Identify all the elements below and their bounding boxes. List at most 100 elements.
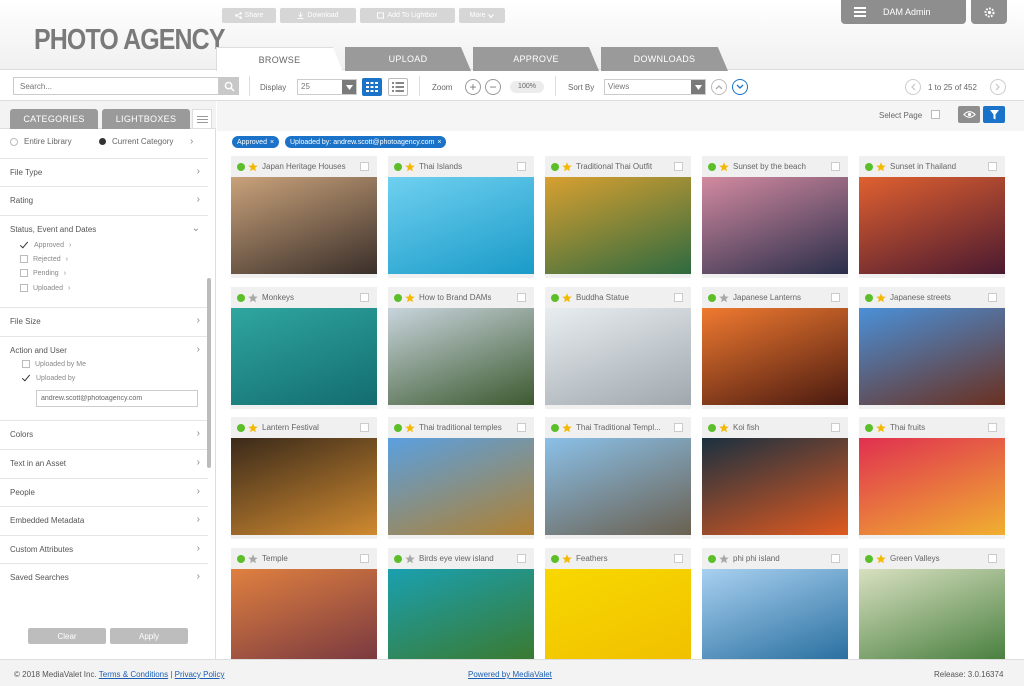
asset-select-checkbox[interactable] [988, 554, 997, 563]
filter-people[interactable]: People › [0, 479, 208, 507]
filter-embedded-metadata[interactable]: Embedded Metadata › [0, 507, 208, 536]
admin-menu-button[interactable]: DAM Admin [841, 0, 966, 24]
asset-select-checkbox[interactable] [988, 293, 997, 302]
asset-title[interactable]: Buddha Statue [576, 293, 629, 302]
asset-select-checkbox[interactable] [517, 293, 526, 302]
asset-card[interactable]: Thai fruits [859, 417, 1005, 539]
asset-thumbnail[interactable] [545, 308, 691, 405]
asset-card[interactable]: Birds eye view island [388, 548, 534, 659]
filter-toggle-button[interactable] [983, 106, 1005, 123]
grid-view-button[interactable] [362, 78, 382, 96]
star-icon[interactable] [405, 161, 415, 172]
scope-current-category[interactable]: Current Category [99, 137, 173, 146]
asset-title[interactable]: Green Valleys [890, 554, 940, 563]
share-button[interactable]: Share [222, 8, 276, 23]
asset-card[interactable]: Thai Traditional Templ... [545, 417, 691, 539]
filter-rating[interactable]: Rating › [0, 187, 208, 216]
previous-page-button[interactable] [905, 79, 921, 95]
settings-button[interactable] [971, 0, 1007, 24]
select-page-checkbox[interactable] [931, 110, 940, 119]
filter-chip-approved[interactable]: Approved × [232, 136, 280, 148]
filter-colors[interactable]: Colors › [0, 421, 208, 450]
status-approved[interactable]: Approved › [20, 241, 71, 250]
asset-title[interactable]: Monkeys [262, 293, 294, 302]
radio-current-category[interactable] [99, 138, 106, 145]
star-icon[interactable] [248, 161, 258, 172]
asset-select-checkbox[interactable] [831, 554, 840, 563]
asset-title[interactable]: Japanese streets [890, 293, 951, 302]
asset-card[interactable]: Traditional Thai Outfit [545, 156, 691, 278]
star-icon[interactable] [562, 292, 572, 303]
asset-title[interactable]: Sunset in Thailand [890, 162, 956, 171]
asset-select-checkbox[interactable] [831, 293, 840, 302]
asset-thumbnail[interactable] [859, 438, 1005, 535]
tab-lightboxes[interactable]: LIGHTBOXES [102, 109, 190, 129]
asset-select-checkbox[interactable] [674, 554, 683, 563]
asset-thumbnail[interactable] [231, 438, 377, 535]
user-uploaded-by-me[interactable]: Uploaded by Me [22, 360, 86, 368]
asset-thumbnail[interactable] [388, 569, 534, 659]
asset-title[interactable]: Thai Islands [419, 162, 462, 171]
star-icon[interactable] [719, 292, 729, 303]
asset-select-checkbox[interactable] [674, 162, 683, 171]
asset-title[interactable]: Thai traditional temples [419, 423, 502, 432]
asset-thumbnail[interactable] [388, 177, 534, 274]
asset-card[interactable]: Thai traditional temples [388, 417, 534, 539]
privacy-link[interactable]: Privacy Policy [175, 670, 225, 679]
status-rejected[interactable]: Rejected › [20, 255, 68, 263]
asset-title[interactable]: Lantern Festival [262, 423, 319, 432]
status-pending[interactable]: Pending › [20, 269, 66, 277]
checkbox[interactable] [20, 284, 28, 292]
asset-thumbnail[interactable] [388, 308, 534, 405]
asset-card[interactable]: Monkeys [231, 287, 377, 409]
checkbox[interactable] [20, 269, 28, 277]
asset-select-checkbox[interactable] [517, 162, 526, 171]
star-icon[interactable] [248, 422, 258, 433]
star-icon[interactable] [562, 422, 572, 433]
asset-thumbnail[interactable] [231, 177, 377, 274]
clear-filters-button[interactable]: Clear [28, 628, 106, 644]
sort-ascending-button[interactable] [711, 79, 727, 95]
asset-select-checkbox[interactable] [988, 162, 997, 171]
tab-approve[interactable]: APPROVE [473, 47, 599, 71]
asset-thumbnail[interactable] [231, 308, 377, 405]
filter-text-in-asset[interactable]: Text in an Asset › [0, 450, 208, 479]
search-input[interactable] [13, 77, 219, 95]
asset-select-checkbox[interactable] [674, 293, 683, 302]
tab-upload[interactable]: UPLOAD [345, 47, 471, 71]
star-icon[interactable] [405, 292, 415, 303]
add-to-lightbox-button[interactable]: Add To Lightbox [360, 8, 455, 23]
star-icon[interactable] [876, 422, 886, 433]
star-icon[interactable] [719, 422, 729, 433]
filter-chip-uploaded-by[interactable]: Uploaded by: andrew.scott@photoagency.co… [285, 136, 447, 148]
star-icon[interactable] [876, 161, 886, 172]
asset-card[interactable]: Sunset in Thailand [859, 156, 1005, 278]
next-page-button[interactable] [990, 79, 1006, 95]
display-select[interactable]: 25 [297, 79, 357, 95]
asset-title[interactable]: Temple [262, 554, 288, 563]
asset-title[interactable]: Thai Traditional Templ... [576, 423, 661, 432]
asset-select-checkbox[interactable] [360, 423, 369, 432]
user-uploaded-by[interactable]: Uploaded by [22, 374, 75, 383]
powered-by-link[interactable]: Powered by MediaValet [468, 670, 552, 679]
asset-thumbnail[interactable] [702, 569, 848, 659]
asset-thumbnail[interactable] [859, 308, 1005, 405]
star-icon[interactable] [405, 422, 415, 433]
scope-entire-library[interactable]: Entire Library [10, 137, 72, 146]
asset-title[interactable]: phi phi island [733, 554, 780, 563]
radio-entire-library[interactable] [10, 137, 18, 146]
asset-select-checkbox[interactable] [360, 162, 369, 171]
asset-select-checkbox[interactable] [831, 423, 840, 432]
filter-file-type[interactable]: File Type › [0, 158, 208, 187]
zoom-in-button[interactable]: + [465, 79, 481, 95]
asset-title[interactable]: Traditional Thai Outfit [576, 162, 652, 171]
asset-select-checkbox[interactable] [360, 293, 369, 302]
star-icon[interactable] [876, 292, 886, 303]
sidebar-scrollbar[interactable] [207, 278, 211, 468]
star-icon[interactable] [719, 161, 729, 172]
filter-saved-searches[interactable]: Saved Searches › [0, 564, 208, 592]
asset-card[interactable]: Temple [231, 548, 377, 659]
star-icon[interactable] [876, 553, 886, 564]
asset-title[interactable]: Koi fish [733, 423, 759, 432]
asset-thumbnail[interactable] [702, 177, 848, 274]
